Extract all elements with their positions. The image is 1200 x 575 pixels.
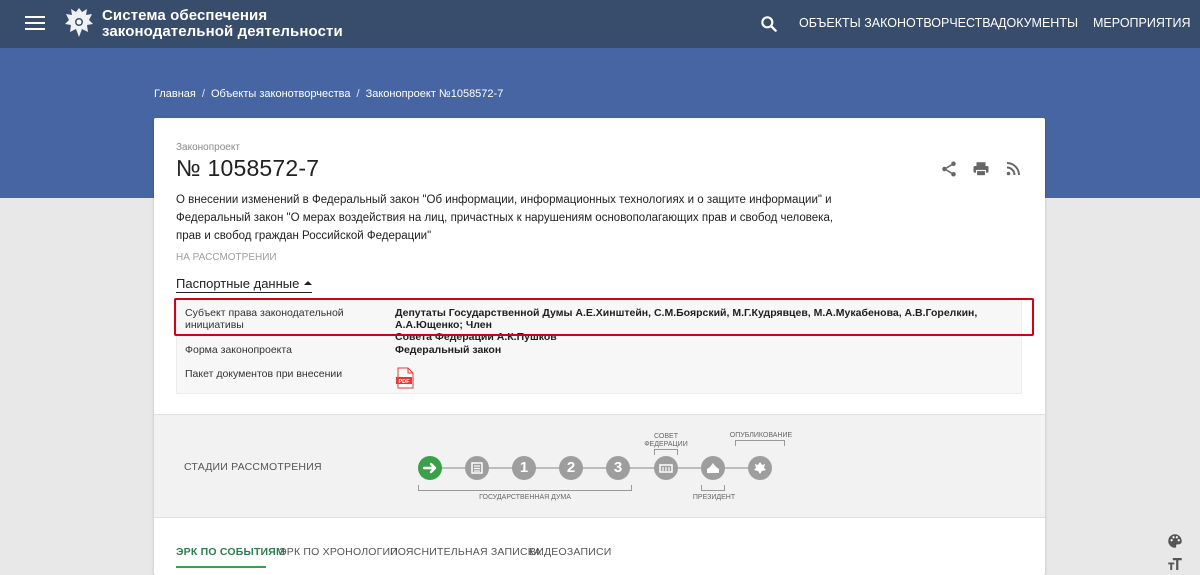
bill-form-value: Федеральный закон: [395, 344, 502, 356]
bill-number: № 1058572-7: [176, 155, 320, 181]
initiator-label: Субъект права законодательной инициативы: [185, 307, 344, 331]
text-size-icon[interactable]: [1166, 555, 1184, 573]
nav-lawmaking-objects[interactable]: ОБЪЕКТЫ ЗАКОНОТВОРЧЕСТВА: [799, 16, 999, 30]
stage-federation-council[interactable]: [654, 456, 678, 480]
publication-label: ОПУБЛИКОВАНИЕ: [729, 432, 793, 439]
stages-section: СТАДИИ РАССМОТРЕНИЯ 1 2 3 ГОСУДАРСТВЕННА…: [154, 414, 1045, 518]
events-tabs: ЭРК ПО СОБЫТИЯМ ЭРК ПО ХРОНОЛОГИИ ПОЯСНИ…: [154, 536, 1045, 575]
bill-form-label: Форма законопроекта: [185, 344, 292, 356]
pdf-icon[interactable]: PDF: [395, 367, 415, 389]
stage-president[interactable]: [701, 456, 725, 480]
doc-kind-label: Законопроект: [176, 142, 240, 153]
council-label-1: СОВЕТ: [654, 433, 678, 440]
svg-text:PDF: PDF: [399, 379, 411, 385]
documents-package-label: Пакет документов при внесении: [185, 368, 343, 380]
duma-bracket: [418, 485, 632, 491]
breadcrumb-objects[interactable]: Объекты законотворчества: [211, 88, 351, 100]
tab-events[interactable]: ЭРК ПО СОБЫТИЯМ: [176, 546, 285, 558]
arrow-right-icon: [422, 462, 437, 474]
stage-preliminary[interactable]: [465, 456, 489, 480]
coat-of-arms-icon: [65, 8, 93, 37]
share-icon[interactable]: [940, 160, 958, 178]
hamburger-menu-icon[interactable]: [25, 16, 45, 32]
passport-table: Субъект права законодательной инициативы…: [176, 298, 1022, 394]
kremlin-icon: [707, 463, 719, 473]
bill-card: Законопроект № 1058572-7 О внесении изме…: [154, 118, 1045, 575]
council-label-2: ФЕДЕРАЦИИ: [644, 441, 688, 448]
tab-videos[interactable]: ВИДЕОЗАПИСИ: [529, 546, 611, 558]
tab-explanatory-note[interactable]: ПОЯСНИТЕЛЬНАЯ ЗАПИСКА: [390, 546, 541, 558]
active-tab-indicator: [176, 566, 266, 568]
passport-data-toggle[interactable]: Паспортные данные: [176, 276, 313, 293]
stages-title: СТАДИИ РАССМОТРЕНИЯ: [184, 461, 322, 473]
top-bar: Система обеспечения законодательной деят…: [0, 0, 1200, 48]
stage-submission[interactable]: [418, 456, 442, 480]
president-bracket: [701, 485, 725, 491]
search-icon[interactable]: [759, 14, 779, 34]
app-title[interactable]: Система обеспечения законодательной деят…: [102, 8, 343, 40]
breadcrumb-home[interactable]: Главная: [154, 88, 196, 100]
bill-description: О внесении изменений в Федеральный закон…: [176, 194, 834, 242]
caret-up-icon: [304, 281, 313, 285]
tab-chronology[interactable]: ЭРК ПО ХРОНОЛОГИИ: [279, 546, 398, 558]
breadcrumb: Главная / Объекты законотворчества / Законоп…: [154, 88, 504, 100]
council-building-icon: [659, 464, 673, 473]
publication-bracket: [735, 440, 785, 446]
rss-icon[interactable]: [1004, 160, 1022, 178]
stage-first-reading[interactable]: 1: [512, 456, 536, 480]
duma-label: ГОСУДАРСТВЕННАЯ ДУМА: [479, 494, 571, 501]
stage-third-reading[interactable]: 3: [606, 456, 630, 480]
breadcrumb-current[interactable]: Законопроект №1058572-7: [366, 88, 504, 100]
president-label: ПРЕЗИДЕНТ: [692, 494, 736, 501]
initiator-value: Депутаты Государственной Думы А.Е.Хинште…: [395, 307, 978, 343]
print-icon[interactable]: [972, 160, 990, 178]
eagle-icon: [754, 462, 766, 474]
stage-publication[interactable]: [748, 456, 772, 480]
document-stack-icon: [471, 462, 483, 474]
council-bracket: [654, 449, 678, 455]
nav-events[interactable]: МЕРОПРИЯТИЯ: [1093, 16, 1191, 30]
stage-second-reading[interactable]: 2: [559, 456, 583, 480]
nav-documents[interactable]: ДОКУМЕНТЫ: [998, 16, 1078, 30]
palette-icon[interactable]: [1166, 532, 1184, 550]
bill-status: НА РАССМОТРЕНИИ: [176, 252, 277, 263]
